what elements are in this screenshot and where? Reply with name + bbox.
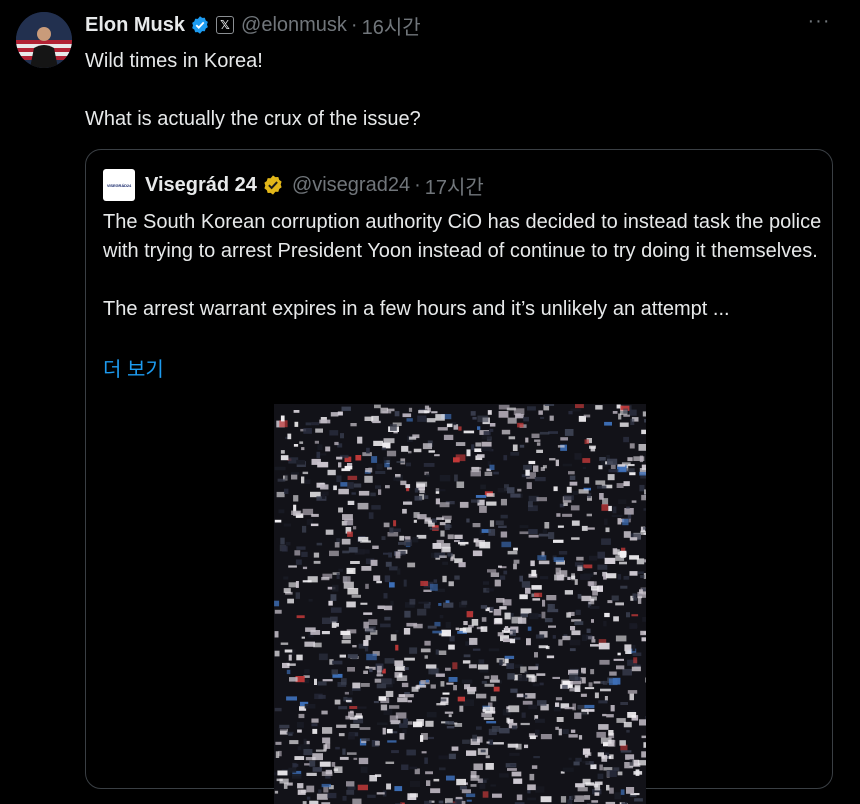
tweet-header: Elon Musk 𝕏 @elonmusk · 16시간 xyxy=(85,12,421,38)
quoted-tweet-header: VISEGRÁD24 Visegrád 24 @visegrad24 · 17시… xyxy=(103,170,484,200)
author-handle[interactable]: @elonmusk xyxy=(241,14,347,37)
more-icon[interactable]: ··· xyxy=(805,14,833,36)
quoted-author-name[interactable]: Visegrád 24 xyxy=(145,174,257,197)
verified-badge-icon[interactable] xyxy=(262,174,284,196)
author-avatar[interactable] xyxy=(16,12,72,68)
tweet-text: Wild times in Korea! What is actually th… xyxy=(85,47,421,133)
quoted-author-handle[interactable]: @visegrad24 xyxy=(292,174,410,197)
author-name[interactable]: Elon Musk xyxy=(85,14,185,37)
tweet-text-line: What is actually the crux of the issue? xyxy=(85,105,421,133)
quoted-author-avatar[interactable]: VISEGRÁD24 xyxy=(103,169,135,201)
verified-badge-icon[interactable] xyxy=(190,15,210,35)
quoted-tweet-paragraph: The South Korean corruption authority Ci… xyxy=(103,208,823,266)
x-logo-icon[interactable]: 𝕏 xyxy=(216,16,234,34)
quoted-tweet-paragraph: The arrest warrant expires in a few hour… xyxy=(103,295,823,324)
header-separator: · xyxy=(414,174,421,197)
quoted-tweet-video[interactable] xyxy=(274,404,646,804)
header-separator: · xyxy=(351,14,358,37)
quoted-avatar-logo-text: VISEGRÁD24 xyxy=(107,183,131,188)
quoted-tweet-text: The South Korean corruption authority Ci… xyxy=(103,208,823,324)
quoted-tweet-card[interactable]: VISEGRÁD24 Visegrád 24 @visegrad24 · 17시… xyxy=(85,149,833,789)
tweet-timestamp[interactable]: 16시간 xyxy=(362,11,421,40)
quoted-tweet-timestamp[interactable]: 17시간 xyxy=(425,171,484,200)
tweet-text-line: Wild times in Korea! xyxy=(85,47,421,75)
crowd-image xyxy=(274,404,646,804)
avatar-image xyxy=(16,12,72,68)
show-more-link[interactable]: 더 보기 xyxy=(103,353,164,382)
